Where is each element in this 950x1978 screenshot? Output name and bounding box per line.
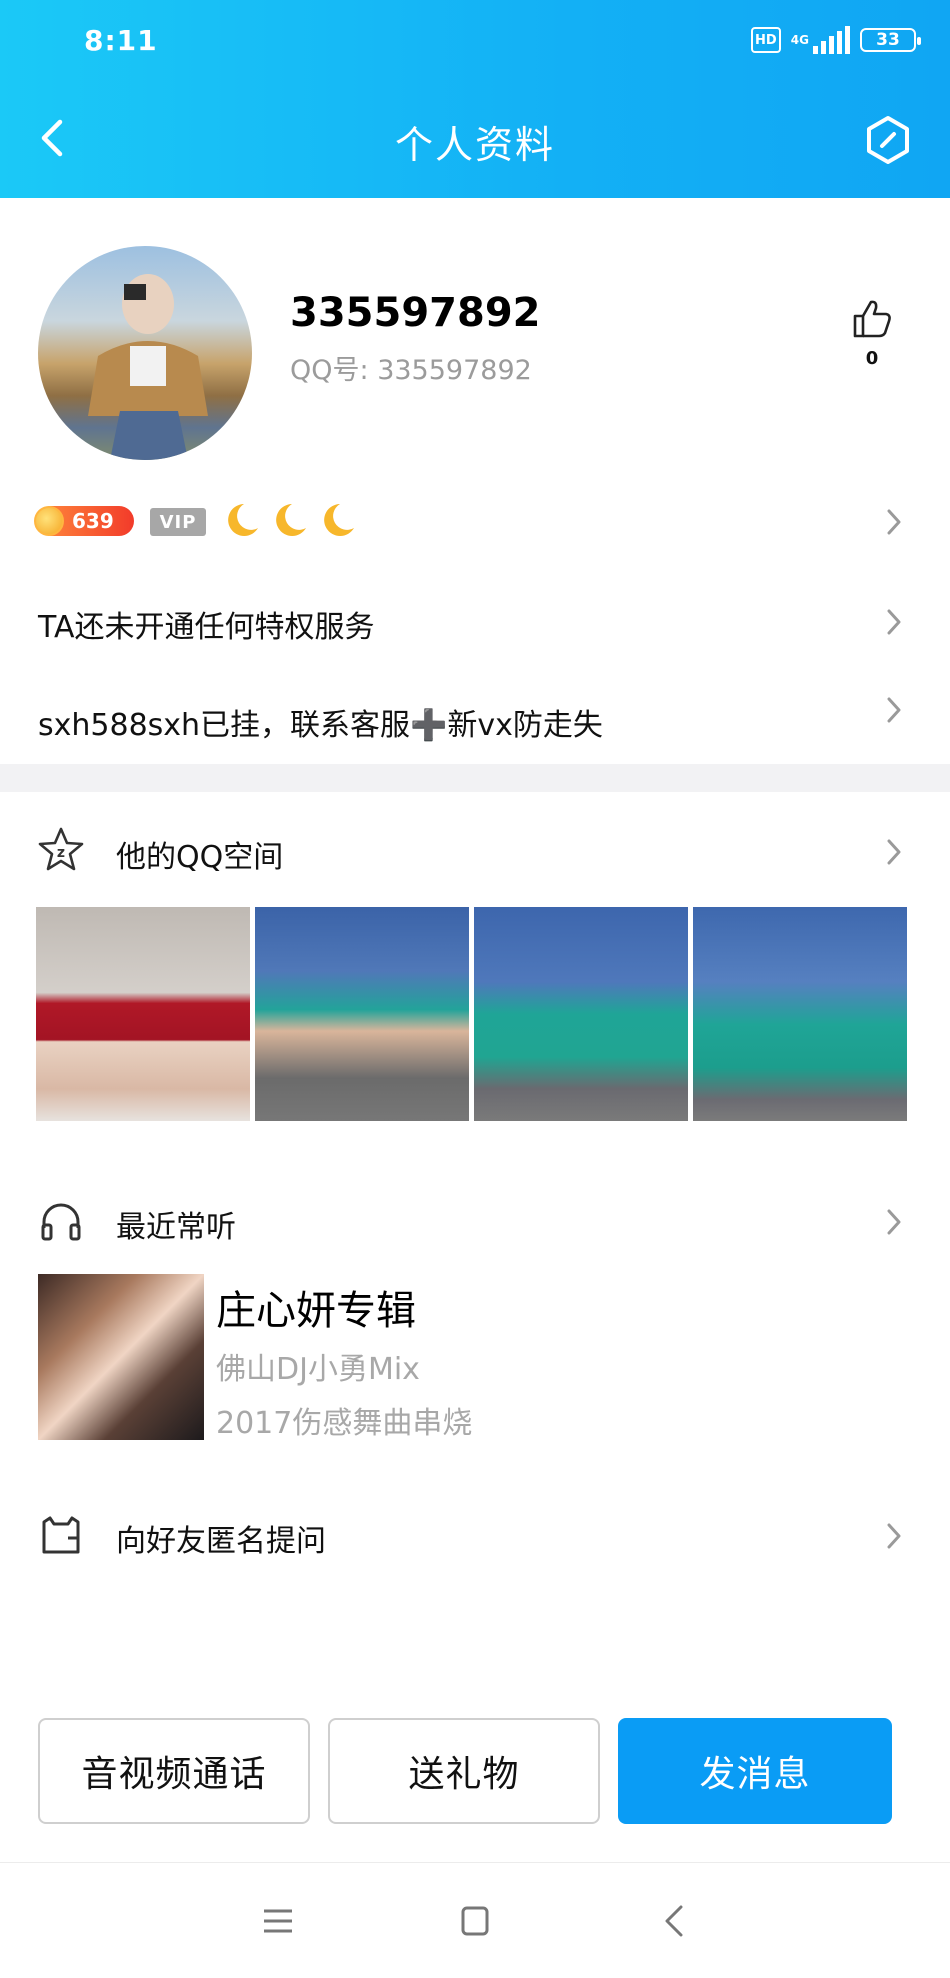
hexagon-settings-icon (867, 116, 909, 164)
chevron-right-icon (887, 509, 901, 535)
badges-row[interactable]: 639 VIP (34, 500, 916, 544)
hd-icon: HD (750, 27, 781, 53)
album-title[interactable]: 庄心妍专辑 (216, 1278, 416, 1336)
network-type: 4G (790, 33, 809, 47)
like-count: 0 (865, 348, 879, 369)
question-box-icon (42, 1516, 80, 1554)
status-time: 8:11 (84, 24, 158, 57)
album-cover[interactable] (38, 1274, 204, 1440)
qq-number: 335597892 (377, 355, 532, 386)
svg-text:z: z (57, 845, 65, 861)
battery-icon: 33 (860, 28, 921, 52)
thumbs-up-icon (853, 300, 891, 338)
anonymous-question-row[interactable]: 向好友匿名提问 (0, 1504, 950, 1570)
moon-icon (228, 504, 258, 536)
moon-icon (276, 504, 306, 536)
section-divider (0, 764, 950, 792)
send-gift-button[interactable]: 送礼物 (328, 1718, 600, 1824)
menu-icon[interactable] (258, 1903, 298, 1939)
headphones-icon (41, 1203, 81, 1241)
header: 8:11 HD 4G 33 个人资料 (0, 0, 950, 198)
status-icons: HD 4G 33 (750, 26, 921, 54)
moon-icon (324, 504, 354, 536)
level-value: 639 (72, 509, 114, 533)
like-button[interactable]: 0 (846, 296, 898, 369)
home-icon[interactable] (455, 1903, 495, 1939)
album-description: 2017伤感舞曲串烧 (216, 1406, 473, 1441)
battery-level: 33 (876, 30, 900, 50)
qzone-photo[interactable] (693, 907, 907, 1121)
privilege-text: TA还未开通任何特权服务 (38, 610, 375, 645)
chevron-right-icon (887, 839, 901, 865)
qq-number-line: QQ号: 335597892 (290, 348, 532, 387)
page-title: 个人资料 (394, 123, 555, 167)
qzone-photo[interactable] (474, 907, 688, 1121)
send-message-button[interactable]: 发消息 (618, 1718, 892, 1824)
chevron-right-icon (887, 1209, 901, 1235)
music-title: 最近常听 (116, 1210, 236, 1245)
level-moons (222, 500, 358, 540)
chevron-right-icon (887, 609, 901, 635)
music-row[interactable]: 最近常听 (0, 1190, 950, 1256)
settings-button[interactable] (862, 114, 914, 166)
nickname: 335597892 (290, 290, 541, 336)
level-badge: 639 (34, 506, 134, 536)
anonymous-question-title: 向好友匿名提问 (116, 1524, 326, 1559)
avatar-photo (88, 274, 208, 460)
signal-icon (813, 26, 850, 54)
qzone-photo[interactable] (255, 907, 469, 1121)
privilege-row[interactable]: TA还未开通任何特权服务 (0, 586, 950, 656)
qq-label: QQ号: (290, 355, 369, 386)
qzone-title: 他的QQ空间 (116, 840, 284, 875)
chevron-right-icon (887, 697, 901, 723)
album-artist: 佛山DJ小勇Mix (216, 1352, 420, 1387)
signature-text: sxh588sxh已挂，联系客服➕新vx防走失 (38, 708, 603, 743)
sun-coin-icon (34, 506, 64, 536)
chevron-right-icon (887, 1523, 901, 1549)
system-nav-bar (0, 1862, 950, 1978)
vip-badge: VIP (150, 508, 206, 536)
back-nav-icon[interactable] (655, 1903, 695, 1939)
signature-row[interactable]: sxh588sxh已挂，联系客服➕新vx防走失 (0, 680, 950, 754)
qzone-photo[interactable] (36, 907, 250, 1121)
qzone-row[interactable]: z 他的QQ空间 (0, 822, 950, 888)
av-call-button[interactable]: 音视频通话 (38, 1718, 310, 1824)
star-icon: z (38, 827, 84, 871)
avatar[interactable] (38, 246, 252, 460)
